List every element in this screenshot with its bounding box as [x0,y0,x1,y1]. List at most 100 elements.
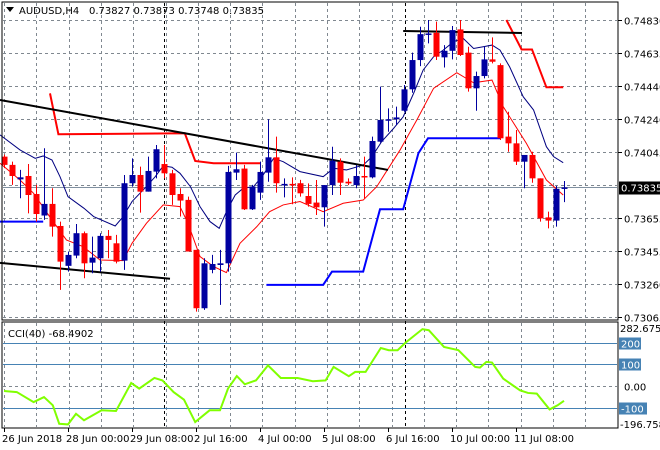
price-chart[interactable]: 0.74830 0.74635 0.74440 0.74240 0.74045 0.736… [0,0,660,450]
candle-body [305,196,312,204]
time-tick-label: 29 Jun 08:00 [130,434,194,445]
background [0,0,660,450]
cci-max-label: 282.6753 [620,324,660,335]
candle-body [73,233,80,256]
candle[interactable] [201,258,208,310]
candle-body [137,174,144,192]
candle-body [401,89,408,111]
price-tick-label: 0.74240 [624,116,660,127]
candle-body [193,249,200,309]
candle-body [225,171,232,264]
cci-zero-label: 0.00 [624,383,646,394]
candle-body [345,181,352,184]
candle[interactable] [537,178,544,222]
candle-body [177,193,184,201]
candle-body [377,119,384,142]
candle-body [417,34,424,61]
candle-body [81,233,88,264]
time-tick-label: 26 Jun 2018 [2,434,62,445]
candle-body [353,175,360,186]
cci-level-label: 200 [621,340,640,351]
candle-body [457,29,464,56]
candle[interactable] [497,63,504,140]
candle-body [553,188,560,221]
candle[interactable] [529,151,536,183]
candle-body [201,263,208,309]
candle-body [513,143,520,162]
candle[interactable] [369,136,376,179]
candle-body [121,183,128,261]
candle-body [369,140,376,178]
candle-body [49,203,56,227]
candle-body [65,254,72,266]
price-tick-label: 0.74440 [624,83,660,94]
candle-body [57,225,64,262]
candle[interactable] [225,165,232,272]
candle-body [185,199,192,252]
candle-body [473,76,480,89]
price-tick-label: 0.73655 [624,215,660,226]
candle-body [409,60,416,90]
candle-body [17,177,24,180]
candle-body [265,157,272,173]
candle-body [273,157,280,184]
ohlc-readout: 0.73827 0.73873 0.73748 0.73835 [89,6,264,17]
candle[interactable] [121,174,128,270]
cci-title: CCI(40) -68.4902 [8,329,94,340]
candle-body [217,263,224,266]
price-tick-label: 0.73065 [624,314,660,325]
candle-body [337,161,344,183]
candle-body [169,173,176,196]
candle-body [297,183,304,194]
candle-body [145,170,152,192]
cci-min-label: -196.7585 [620,420,660,431]
candle-body [481,59,488,77]
candle-body [537,178,544,219]
time-tick-label: 28 Jun 00:00 [66,434,130,445]
chart-title: AUDUSD,H4 [19,6,79,17]
candle-body [425,33,432,35]
candle-body [33,193,40,215]
candle-body [249,186,256,210]
candle[interactable] [465,46,472,92]
candle-body [529,154,536,179]
candle[interactable] [185,196,192,252]
candle-body [489,59,496,62]
price-tick-label: 0.74045 [624,149,660,160]
candle-body [329,160,336,186]
candle-body [9,164,16,176]
candle-body [289,183,296,186]
candle[interactable] [193,249,200,312]
candle-body [241,168,248,210]
candle-body [161,164,168,174]
candle-body [393,117,400,120]
candle-body [209,263,216,270]
candle-body [129,174,136,184]
candle-body [105,235,112,240]
candle-body [25,175,32,196]
candle-body [153,149,160,172]
price-tick-label: 0.73260 [624,281,660,292]
candle-body [361,175,368,178]
time-tick-label: 6 Jul 16:00 [386,434,440,445]
cci-level-label: 100 [621,361,640,372]
candle-body [233,169,240,173]
price-tick-label: 0.74635 [624,50,660,61]
candle-body [545,217,552,221]
current-price-label: 0.73835 [621,184,660,195]
candle-body [441,50,448,58]
candle-body [321,185,328,208]
candle-body [89,257,96,263]
candle[interactable] [249,184,256,210]
candle-body [97,235,104,259]
candle-body [41,203,48,216]
candle-body [561,187,568,189]
time-tick-label: 11 Jul 08:00 [514,434,574,445]
candle-body [497,65,504,139]
candle-body [465,52,472,89]
candle-body [385,119,392,121]
candle-body [313,202,320,208]
candle[interactable] [553,185,560,227]
candle[interactable] [241,164,248,210]
candle-body [505,136,512,144]
